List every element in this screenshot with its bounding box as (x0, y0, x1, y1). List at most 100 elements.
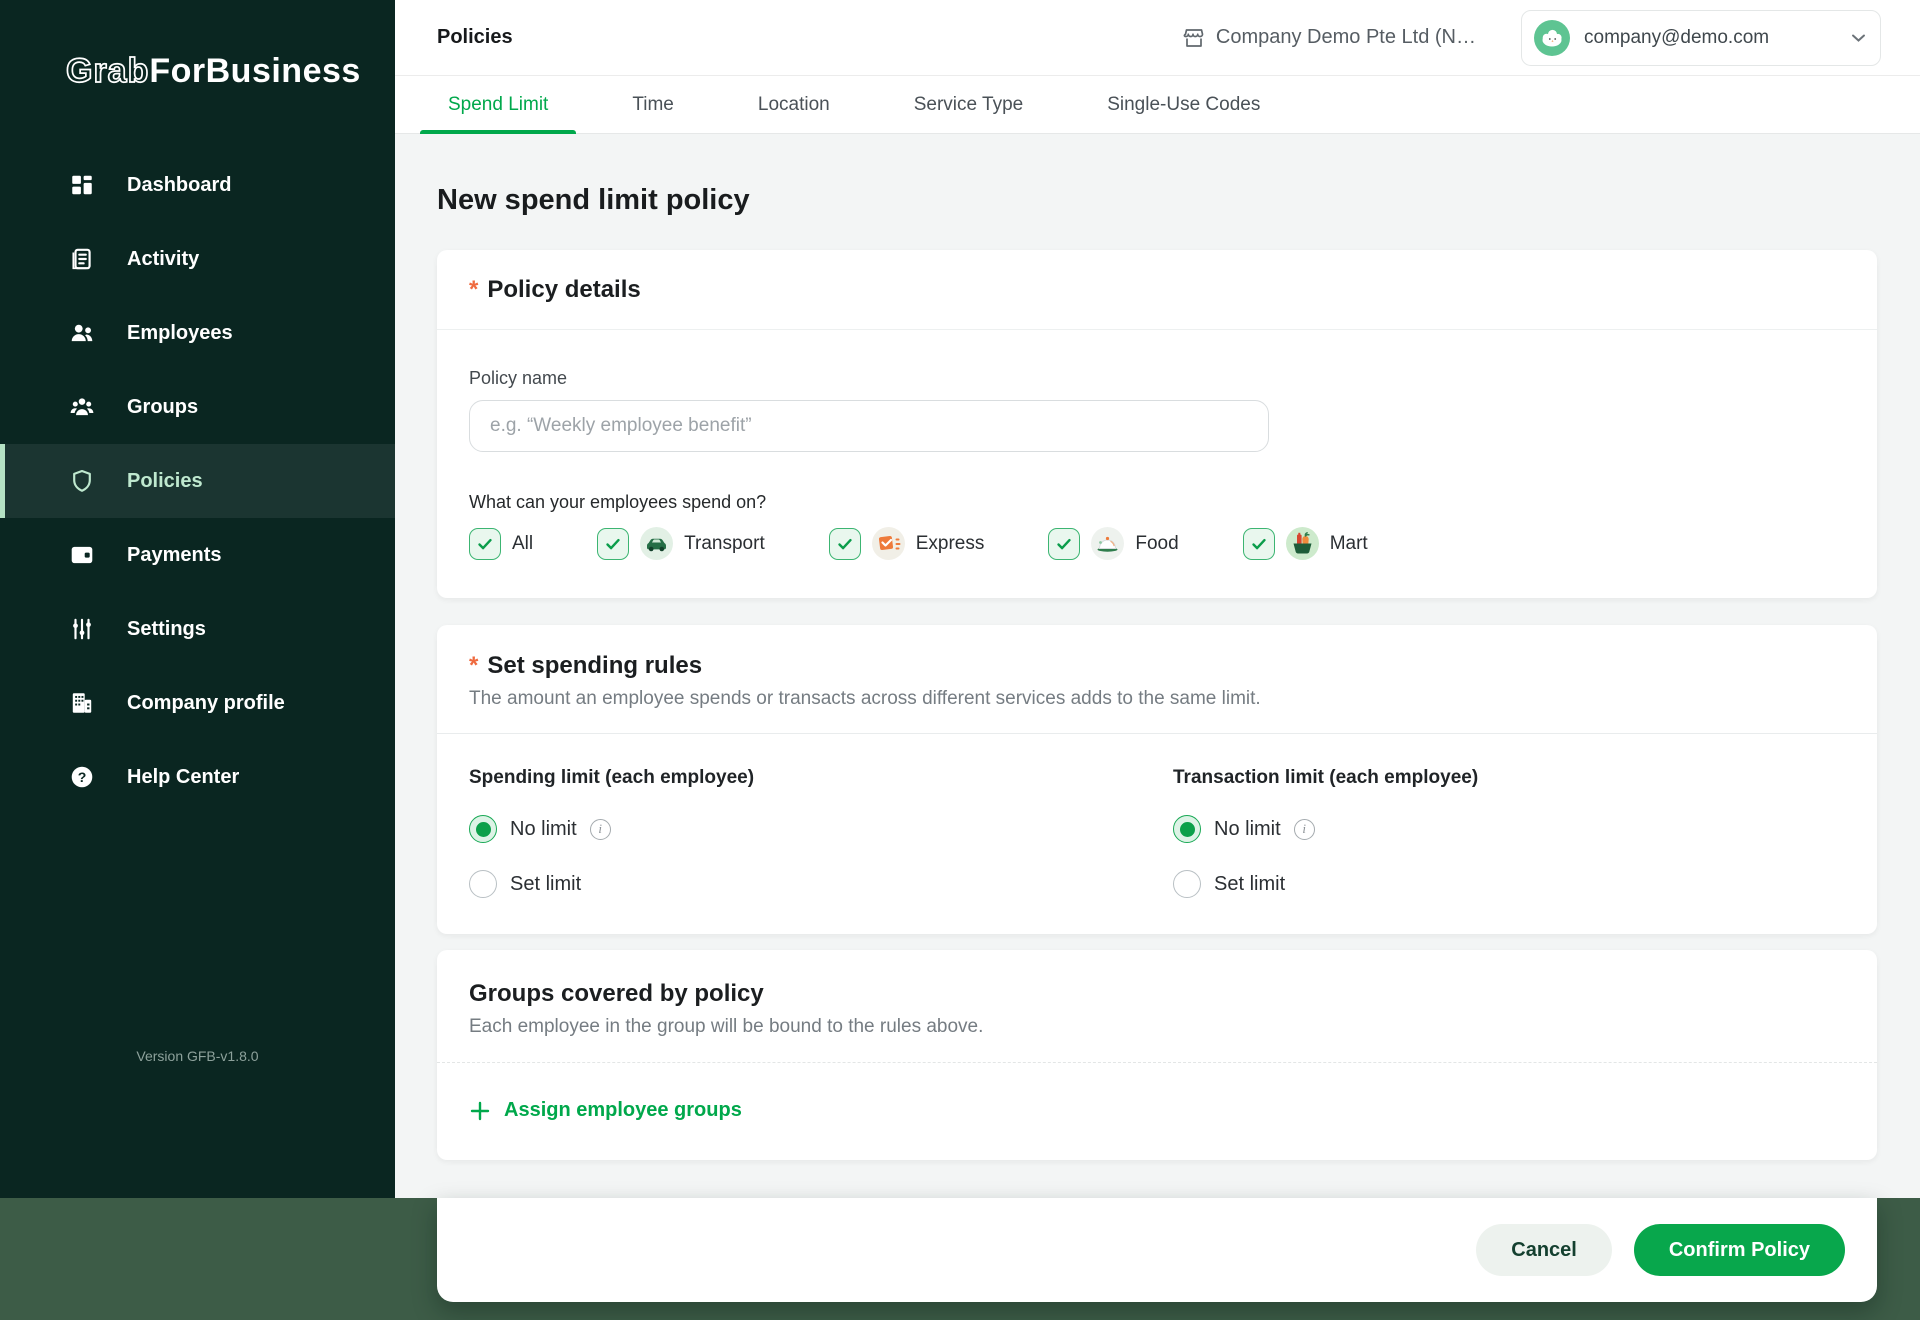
service-label: Mart (1330, 533, 1368, 555)
wallet-icon (66, 539, 98, 571)
transaction-limit-column: Transaction limit (each employee) No lim… (1173, 767, 1813, 899)
spending-limit-heading: Spending limit (each employee) (469, 767, 1109, 789)
plus-icon (469, 1100, 491, 1122)
radio-label: No limit (1214, 818, 1281, 841)
checkbox-express[interactable] (829, 528, 861, 560)
chevron-down-icon (1851, 33, 1866, 43)
service-option-food: Food (1048, 527, 1178, 560)
checkbox-mart[interactable] (1243, 528, 1275, 560)
radio-set-limit[interactable] (469, 870, 497, 898)
spending-rules-subtitle: The amount an employee spends or transac… (469, 688, 1845, 710)
tab-label: Service Type (914, 94, 1023, 116)
form-heading: New spend limit policy (437, 184, 1877, 217)
svg-text:?: ? (78, 769, 87, 785)
tab-label: Spend Limit (448, 94, 548, 116)
tab-service-type[interactable]: Service Type (886, 76, 1051, 133)
policy-name-input[interactable] (469, 400, 1269, 452)
transaction-set-limit-row: Set limit (1173, 869, 1813, 899)
avatar (1534, 20, 1570, 56)
service-option-transport: Transport (597, 527, 765, 560)
express-icon (872, 527, 905, 560)
service-option-all: All (469, 528, 533, 560)
spending-rules-card: * Set spending rules The amount an emplo… (437, 625, 1877, 934)
building-icon (66, 687, 98, 719)
radio-label: Set limit (1214, 873, 1285, 896)
service-option-mart: Mart (1243, 527, 1368, 560)
policy-details-header: * Policy details (437, 250, 1877, 330)
dashboard-icon (66, 169, 98, 201)
cancel-button[interactable]: Cancel (1476, 1224, 1612, 1276)
tab-single-use-codes[interactable]: Single-Use Codes (1079, 76, 1288, 133)
info-icon[interactable]: i (1294, 819, 1315, 840)
service-option-express: Express (829, 527, 985, 560)
sidebar-item-label: Groups (127, 396, 198, 419)
spending-no-limit-row: No limit i (469, 814, 1109, 844)
radio-label: Set limit (510, 873, 581, 896)
checkbox-all[interactable] (469, 528, 501, 560)
info-icon[interactable]: i (590, 819, 611, 840)
storefront-icon (1182, 26, 1206, 50)
tab-label: Time (632, 94, 674, 116)
sidebar-item-label: Settings (127, 618, 206, 641)
groups-covered-subtitle: Each employee in the group will be bound… (469, 1016, 1845, 1038)
sidebar-item-policies[interactable]: Policies (0, 444, 395, 518)
help-icon: ? (66, 761, 98, 793)
account-menu[interactable]: company@demo.com (1521, 10, 1881, 66)
footer-action-bar: Cancel Confirm Policy (437, 1198, 1877, 1302)
radio-set-limit[interactable] (1173, 870, 1201, 898)
required-asterisk: * (469, 652, 478, 680)
main-content: New spend limit policy * Policy details … (395, 134, 1920, 1198)
tab-spend-limit[interactable]: Spend Limit (420, 76, 576, 133)
sidebar-item-dashboard[interactable]: Dashboard (0, 148, 395, 222)
groups-icon (66, 391, 98, 423)
confirm-policy-button[interactable]: Confirm Policy (1634, 1224, 1845, 1276)
company-name: Company Demo Pte Ltd (N… (1216, 26, 1476, 49)
employees-icon (66, 317, 98, 349)
transaction-no-limit-row: No limit i (1173, 814, 1813, 844)
policy-details-title: * Policy details (469, 276, 641, 304)
spending-rules-body: Spending limit (each employee) No limit … (437, 734, 1877, 935)
spend-on-question: What can your employees spend on? (469, 492, 1845, 513)
account-email: company@demo.com (1584, 27, 1837, 49)
checkbox-transport[interactable] (597, 528, 629, 560)
tab-time[interactable]: Time (604, 76, 702, 133)
sidebar-item-help-center[interactable]: ? Help Center (0, 740, 395, 814)
spending-rules-title: * Set spending rules (469, 652, 1845, 680)
service-label: Express (916, 533, 985, 555)
service-label: Food (1135, 533, 1178, 555)
groups-covered-header: Groups covered by policy Each employee i… (437, 950, 1877, 1038)
sidebar-item-groups[interactable]: Groups (0, 370, 395, 444)
logo-grab-text: Grab (66, 52, 149, 90)
sidebar: GrabForBusiness Dashboard Activity Emplo (0, 0, 395, 1198)
shield-icon (66, 465, 98, 497)
groups-covered-title: Groups covered by policy (469, 980, 1845, 1008)
section-title-text: Set spending rules (487, 652, 702, 680)
radio-no-limit[interactable] (469, 815, 497, 843)
assign-employee-groups-button[interactable]: Assign employee groups (469, 1099, 742, 1122)
sidebar-item-label: Payments (127, 544, 222, 567)
sidebar-item-label: Employees (127, 322, 233, 345)
sidebar-item-employees[interactable]: Employees (0, 296, 395, 370)
transport-icon (640, 527, 673, 560)
assign-link-label: Assign employee groups (504, 1099, 742, 1122)
service-label: Transport (684, 533, 765, 555)
service-label: All (512, 533, 533, 555)
sidebar-item-payments[interactable]: Payments (0, 518, 395, 592)
food-icon (1091, 527, 1124, 560)
sidebar-item-settings[interactable]: Settings (0, 592, 395, 666)
policy-tabs: Spend Limit Time Location Service Type S… (395, 76, 1920, 134)
spending-rules-header: * Set spending rules The amount an emplo… (437, 625, 1877, 734)
company-selector[interactable]: Company Demo Pte Ltd (N… (1182, 26, 1476, 50)
sidebar-item-company-profile[interactable]: Company profile (0, 666, 395, 740)
sidebar-item-activity[interactable]: Activity (0, 222, 395, 296)
policy-details-card: * Policy details Policy name What can yo… (437, 250, 1877, 598)
spending-limit-column: Spending limit (each employee) No limit … (469, 767, 1109, 899)
transaction-limit-heading: Transaction limit (each employee) (1173, 767, 1813, 789)
tab-location[interactable]: Location (730, 76, 858, 133)
checkbox-food[interactable] (1048, 528, 1080, 560)
sidebar-item-label: Activity (127, 248, 199, 271)
radio-label: No limit (510, 818, 577, 841)
services-row: All Transport (469, 527, 1845, 560)
radio-no-limit[interactable] (1173, 815, 1201, 843)
sidebar-item-label: Company profile (127, 692, 285, 715)
